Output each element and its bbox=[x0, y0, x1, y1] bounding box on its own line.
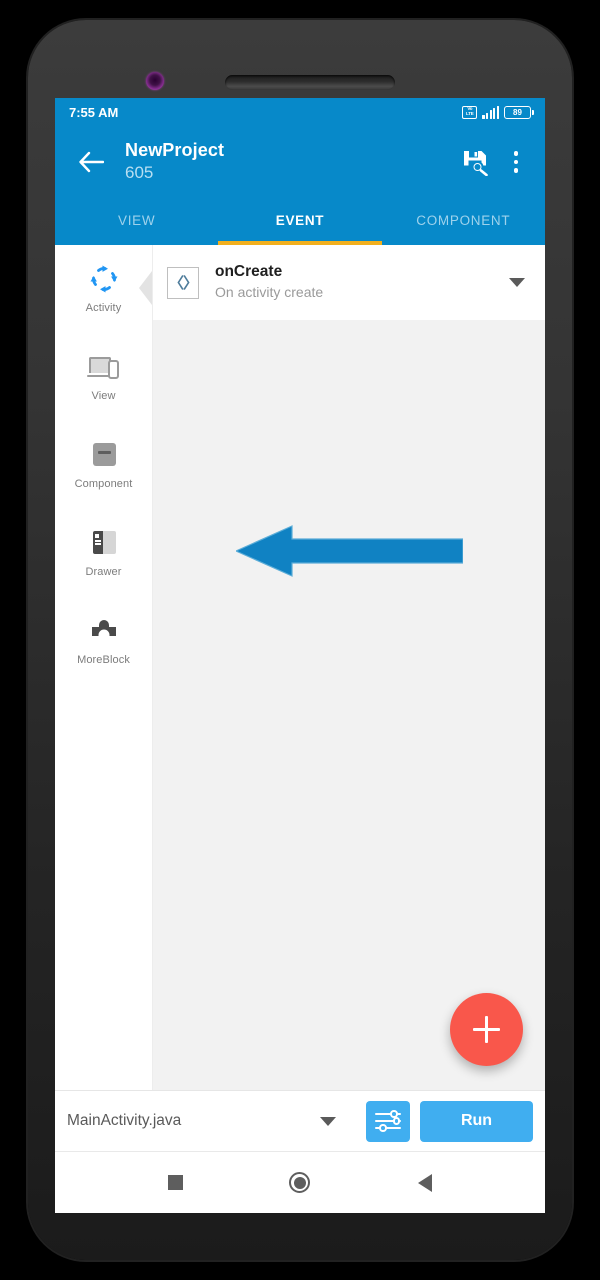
back-arrow-icon[interactable] bbox=[67, 138, 115, 186]
signal-bars-icon bbox=[482, 105, 499, 119]
sliders-settings-icon[interactable] bbox=[366, 1100, 410, 1142]
title-block: NewProject 605 bbox=[125, 140, 451, 184]
battery-icon: 89 bbox=[504, 105, 535, 119]
moreblock-puzzle-icon bbox=[89, 616, 119, 646]
event-texts: onCreate On activity create bbox=[215, 262, 493, 303]
nav-back-triangle-icon[interactable] bbox=[397, 1163, 453, 1203]
bottom-toolbar: MainActivity.java Run bbox=[55, 1090, 545, 1151]
sidebar-item-label: MoreBlock bbox=[77, 654, 130, 666]
caret-down-icon[interactable] bbox=[509, 278, 525, 287]
file-name-value: MainActivity.java bbox=[67, 1112, 182, 1129]
app-bar: NewProject 605 bbox=[55, 126, 545, 198]
page-title: NewProject bbox=[125, 140, 225, 160]
content-area: Activity View Component Drawer MoreBlock… bbox=[55, 245, 545, 1090]
overflow-menu-icon[interactable] bbox=[499, 138, 533, 186]
event-name: onCreate bbox=[215, 263, 283, 280]
code-brackets-icon: 〈〉 bbox=[167, 266, 199, 299]
event-list: 〈〉 onCreate On activity create bbox=[153, 245, 545, 1090]
status-time: 7:55 AM bbox=[69, 104, 119, 120]
nav-home-circle-icon[interactable] bbox=[272, 1163, 328, 1203]
left-arrow-annotation bbox=[236, 525, 463, 577]
run-button-label: Run bbox=[460, 1112, 493, 1129]
tab-view[interactable]: VIEW bbox=[55, 198, 218, 245]
phone-top-bezel bbox=[28, 20, 572, 102]
component-box-icon bbox=[89, 440, 119, 470]
sidebar-item-label: Component bbox=[74, 478, 133, 490]
sidebar-item-label: Drawer bbox=[85, 566, 122, 578]
battery-level: 89 bbox=[513, 107, 522, 117]
phone-device-frame: 7:55 AM Vo LTE 89 NewProject 605 VIEW EV… bbox=[28, 20, 572, 1260]
sidebar-item-moreblock[interactable]: MoreBlock bbox=[55, 597, 152, 685]
phone-screen: 7:55 AM Vo LTE 89 NewProject 605 VIEW EV… bbox=[55, 98, 545, 1213]
tab-bar: VIEW EVENT COMPONENT bbox=[55, 198, 545, 245]
caret-down-icon[interactable] bbox=[320, 1116, 336, 1126]
page-subtitle: 605 bbox=[125, 163, 154, 182]
status-bar: 7:55 AM Vo LTE 89 bbox=[55, 98, 545, 126]
sidebar-item-component[interactable]: Component bbox=[55, 421, 152, 509]
status-icons: Vo LTE 89 bbox=[462, 105, 535, 119]
sidebar-item-label: Activity bbox=[85, 302, 122, 314]
tab-component[interactable]: COMPONENT bbox=[382, 198, 545, 245]
add-event-fab[interactable] bbox=[450, 993, 523, 1066]
file-select-dropdown[interactable]: MainActivity.java bbox=[67, 1112, 356, 1130]
view-devices-icon bbox=[86, 352, 119, 382]
tab-event[interactable]: EVENT bbox=[218, 198, 382, 245]
volte-icon: Vo LTE bbox=[462, 105, 478, 119]
nav-recents-square-icon[interactable] bbox=[147, 1163, 203, 1203]
sidebar-item-activity[interactable]: Activity bbox=[55, 245, 152, 333]
sidebar-selection-pointer bbox=[139, 271, 152, 305]
event-item-oncreate[interactable]: 〈〉 onCreate On activity create bbox=[153, 245, 545, 320]
category-sidebar: Activity View Component Drawer MoreBlock bbox=[55, 245, 153, 1090]
run-button[interactable]: Run bbox=[420, 1100, 533, 1142]
front-camera-icon bbox=[146, 72, 164, 90]
event-description: On activity create bbox=[215, 284, 324, 300]
drawer-panel-icon bbox=[89, 528, 119, 558]
earpiece-speaker-icon bbox=[225, 75, 395, 90]
save-as-icon[interactable] bbox=[451, 138, 499, 186]
android-navigation-bar bbox=[55, 1151, 545, 1213]
plus-icon-vertical bbox=[484, 1016, 489, 1043]
sidebar-item-drawer[interactable]: Drawer bbox=[55, 509, 152, 597]
activity-refresh-icon bbox=[89, 264, 119, 294]
sidebar-item-label: View bbox=[91, 390, 116, 402]
sidebar-item-view[interactable]: View bbox=[55, 333, 152, 421]
